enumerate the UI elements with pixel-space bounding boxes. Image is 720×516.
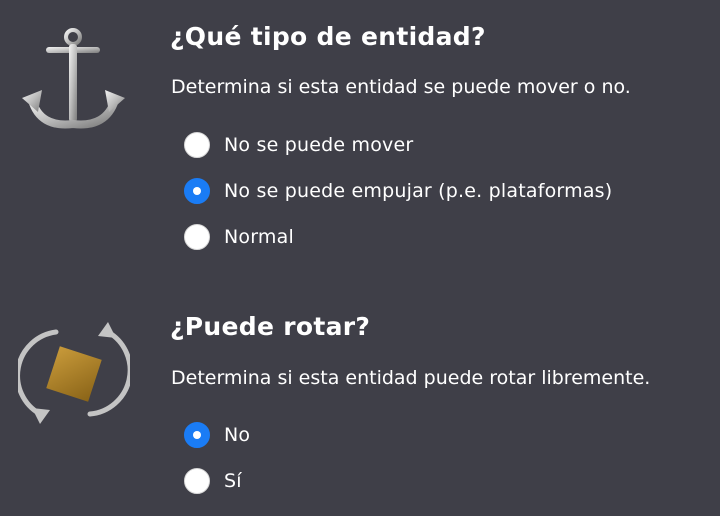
- radio-si[interactable]: Sí: [184, 467, 250, 495]
- radio-button[interactable]: [184, 468, 210, 494]
- section-description: Determina si esta entidad se puede mover…: [171, 76, 631, 98]
- section-title: ¿Puede rotar?: [170, 312, 371, 341]
- entity-type-section: ¿Qué tipo de entidad? Determina si esta …: [0, 0, 720, 290]
- radio-normal[interactable]: Normal: [184, 223, 612, 251]
- movement-radio-group: No se puede mover No se puede empujar (p…: [184, 131, 612, 269]
- radio-label: No se puede empujar (p.e. plataformas): [224, 180, 613, 202]
- rotate-block-icon: [15, 318, 133, 430]
- radio-label: No se puede mover: [224, 134, 414, 156]
- anchor-icon: [18, 24, 130, 136]
- radio-button[interactable]: [184, 422, 210, 448]
- radio-no-se-puede-empujar[interactable]: No se puede empujar (p.e. plataformas): [184, 177, 612, 205]
- radio-button[interactable]: [184, 132, 210, 158]
- section-description: Determina si esta entidad puede rotar li…: [171, 367, 651, 389]
- radio-label: No: [224, 424, 251, 446]
- radio-button[interactable]: [184, 224, 210, 250]
- rotation-radio-group: No Sí: [184, 421, 250, 513]
- radio-no-se-puede-mover[interactable]: No se puede mover: [184, 131, 612, 159]
- radio-no[interactable]: No: [184, 421, 250, 449]
- radio-button[interactable]: [184, 178, 210, 204]
- radio-label: Sí: [224, 470, 242, 492]
- radio-label: Normal: [224, 226, 294, 248]
- rotation-section: ¿Puede rotar? Determina si esta entidad …: [0, 290, 720, 516]
- section-title: ¿Qué tipo de entidad?: [170, 22, 486, 51]
